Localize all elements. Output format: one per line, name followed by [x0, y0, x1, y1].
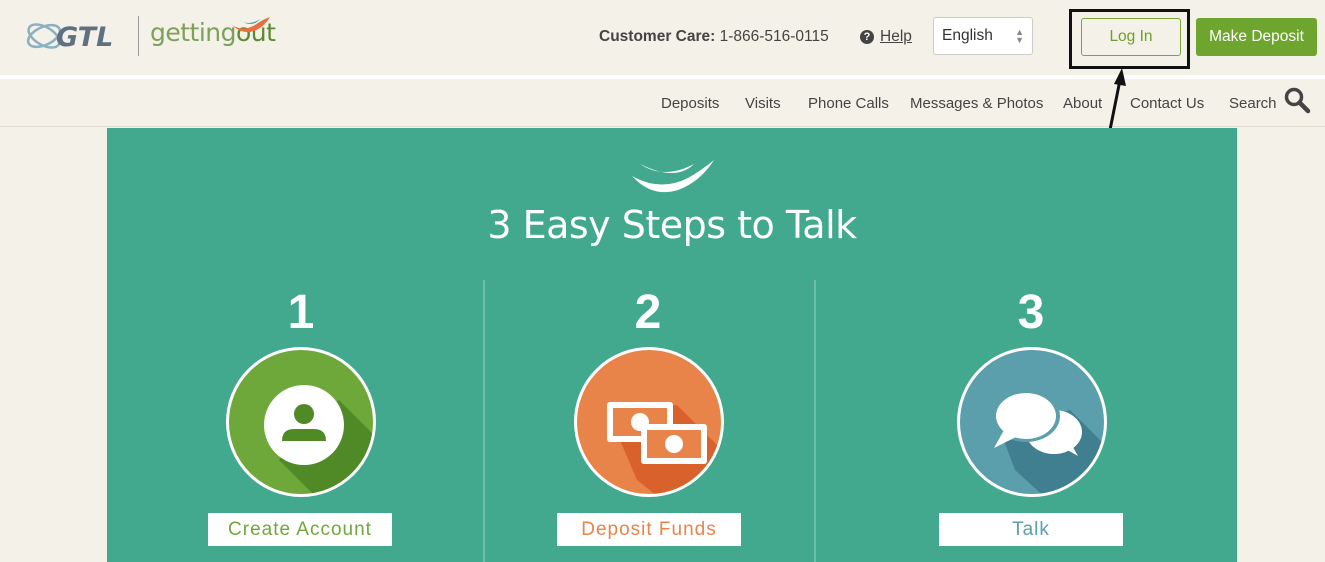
deposit-funds-button[interactable]: Deposit Funds — [557, 513, 741, 546]
column-divider — [483, 280, 485, 562]
wing-logo-icon — [232, 17, 270, 33]
help-label[interactable]: Help — [880, 28, 912, 46]
search-icon[interactable] — [1283, 86, 1311, 114]
nav-about[interactable]: About — [1063, 95, 1102, 112]
customer-care-phone[interactable]: 1-866-516-0115 — [720, 28, 829, 45]
step-3-number: 3 — [1017, 286, 1045, 339]
make-deposit-button[interactable]: Make Deposit — [1196, 18, 1317, 56]
nav-search[interactable]: Search — [1229, 95, 1277, 112]
nav-deposits[interactable]: Deposits — [661, 95, 719, 112]
nav-visits[interactable]: Visits — [745, 95, 781, 112]
gtl-logo-text: GTL — [56, 22, 113, 53]
nav-contact-us[interactable]: Contact Us — [1130, 95, 1204, 112]
step-1-number: 1 — [287, 286, 315, 339]
talk-button[interactable]: Talk — [939, 513, 1123, 546]
create-account-button[interactable]: Create Account — [208, 513, 392, 546]
customer-care: Customer Care: 1-866-516-0115 — [599, 28, 829, 46]
logo-separator — [138, 16, 139, 56]
chat-bubbles-icon — [992, 390, 1104, 494]
help-link[interactable]: ? Help — [860, 28, 912, 46]
nav-phone-calls[interactable]: Phone Calls — [808, 95, 889, 112]
step-1-circle — [226, 347, 376, 497]
wing-logo-icon — [632, 160, 714, 193]
login-button[interactable]: Log In — [1081, 18, 1181, 56]
customer-care-label: Customer Care: — [599, 28, 716, 45]
step-2-circle — [574, 347, 724, 497]
gtl-logo[interactable]: GTL — [26, 16, 130, 56]
language-selected: English — [942, 27, 993, 44]
user-icon — [264, 385, 373, 494]
column-divider — [814, 280, 816, 562]
step-2-number: 2 — [634, 286, 662, 339]
hero-title: 3 Easy Steps to Talk — [487, 203, 857, 247]
nav-messages-photos[interactable]: Messages & Photos — [910, 95, 1043, 112]
language-select[interactable]: English ▲ ▼ — [933, 17, 1033, 55]
money-icon — [607, 402, 721, 494]
select-arrows-icon: ▲ ▼ — [1015, 27, 1024, 45]
question-circle-icon: ? — [860, 30, 874, 44]
step-3-circle — [957, 347, 1107, 497]
gettingout-logo-getting: getting — [150, 18, 237, 47]
